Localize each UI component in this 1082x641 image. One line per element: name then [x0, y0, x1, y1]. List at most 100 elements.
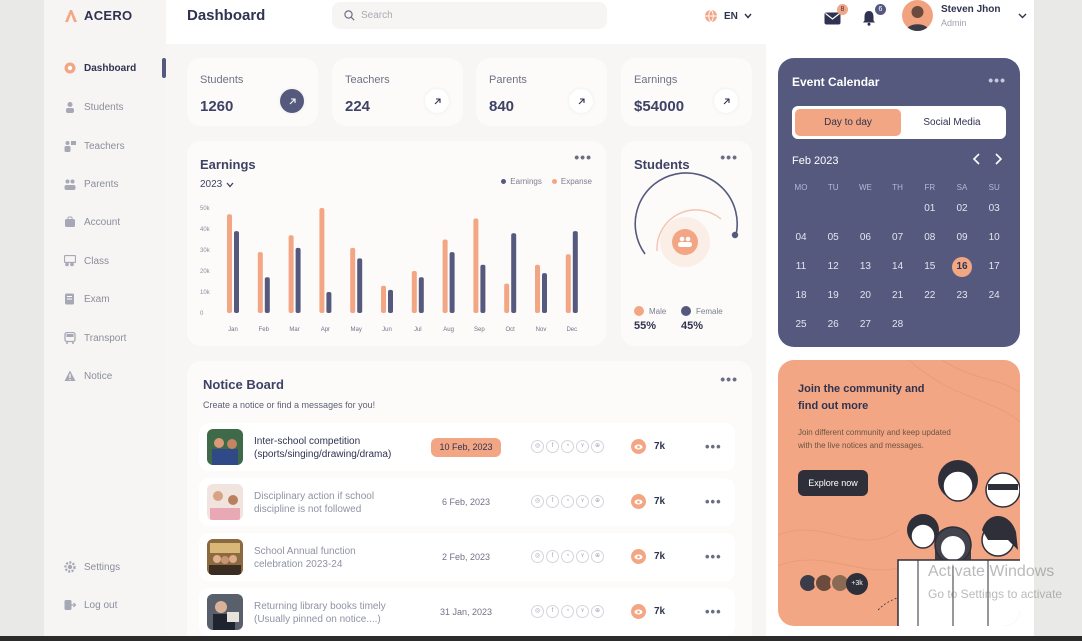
notifications-button[interactable]: 6: [862, 4, 886, 26]
whatsapp-icon[interactable]: ◔: [561, 495, 574, 508]
notice-row[interactable]: Returning library books timely (Usually p…: [199, 588, 735, 636]
search-input[interactable]: [361, 10, 581, 21]
calendar-day[interactable]: 06: [855, 228, 875, 248]
calendar-day[interactable]: 14: [888, 257, 908, 277]
instagram-icon[interactable]: ◎: [531, 605, 544, 618]
bar-expanse-oct[interactable]: [504, 283, 510, 313]
instagram-icon[interactable]: ◎: [531, 495, 544, 508]
user-menu[interactable]: Steven Jhon Admin: [902, 0, 1027, 31]
stat-open-button[interactable]: [280, 89, 304, 113]
sidebar-settings[interactable]: Settings: [64, 561, 120, 573]
stat-open-button[interactable]: [714, 89, 738, 113]
bar-expanse-dec[interactable]: [565, 254, 571, 313]
chevron-right-icon[interactable]: [991, 152, 1005, 166]
calendar-day[interactable]: 27: [855, 315, 875, 335]
calendar-day[interactable]: 01: [920, 199, 940, 219]
calendar-day[interactable]: 11: [791, 257, 811, 277]
whatsapp-icon[interactable]: ◔: [561, 440, 574, 453]
sidebar-item-notice[interactable]: Notice: [64, 370, 112, 382]
whatsapp-icon[interactable]: ◔: [561, 550, 574, 563]
calendar-day[interactable]: 10: [984, 228, 1004, 248]
twitter-icon[interactable]: ʏ: [576, 605, 589, 618]
bar-earnings-mar[interactable]: [295, 247, 301, 313]
messages-button[interactable]: 8: [824, 4, 848, 26]
calendar-day[interactable]: 20: [855, 286, 875, 306]
calendar-day[interactable]: 17: [984, 257, 1004, 277]
web-icon[interactable]: ⊕: [591, 495, 604, 508]
row-options-button[interactable]: •••: [705, 440, 722, 453]
sidebar-item-teachers[interactable]: Teachers: [64, 140, 125, 152]
bar-earnings-jan[interactable]: [234, 231, 239, 313]
twitter-icon[interactable]: ʏ: [576, 495, 589, 508]
notice-row[interactable]: Inter-school competition (sports/singing/…: [199, 423, 735, 471]
bar-earnings-apr[interactable]: [326, 292, 332, 313]
calendar-day[interactable]: 18: [791, 286, 811, 306]
twitter-icon[interactable]: ʏ: [576, 550, 589, 563]
sidebar-item-exam[interactable]: Exam: [64, 293, 110, 305]
calendar-day[interactable]: 07: [888, 228, 908, 248]
bar-expanse-nov[interactable]: [535, 264, 540, 313]
explore-now-button[interactable]: Explore now: [798, 470, 868, 496]
search-bar[interactable]: [332, 2, 607, 29]
row-options-button[interactable]: •••: [705, 495, 722, 508]
calendar-day[interactable]: 22: [920, 286, 940, 306]
calendar-day[interactable]: 16: [952, 257, 972, 277]
calendar-day[interactable]: 02: [952, 199, 972, 219]
more-options-button[interactable]: •••: [720, 372, 738, 386]
more-options-button[interactable]: •••: [988, 73, 1006, 87]
sidebar-item-class[interactable]: Class: [64, 255, 109, 267]
calendar-day[interactable]: 23: [952, 286, 972, 306]
brand-logo[interactable]: ACERO: [64, 8, 132, 23]
calendar-day[interactable]: 05: [823, 228, 843, 248]
bar-expanse-sep[interactable]: [473, 218, 479, 314]
calendar-day[interactable]: 25: [791, 315, 811, 335]
notice-row[interactable]: School Annual function celebration 2023-2…: [199, 533, 735, 581]
web-icon[interactable]: ⊕: [591, 550, 604, 563]
bar-earnings-sep[interactable]: [480, 264, 486, 313]
calendar-day[interactable]: 12: [823, 257, 843, 277]
language-selector[interactable]: EN: [704, 9, 752, 23]
bar-expanse-aug[interactable]: [442, 239, 448, 314]
bar-expanse-jun[interactable]: [381, 285, 386, 313]
calendar-day[interactable]: 04: [791, 228, 811, 248]
bar-earnings-feb[interactable]: [264, 277, 270, 313]
sidebar-item-account[interactable]: Account: [64, 216, 120, 228]
twitter-icon[interactable]: ʏ: [576, 440, 589, 453]
chevron-left-icon[interactable]: [970, 152, 984, 166]
bar-expanse-apr[interactable]: [319, 208, 325, 313]
whatsapp-icon[interactable]: ◔: [561, 605, 574, 618]
sidebar-logout[interactable]: Log out: [64, 599, 117, 611]
bar-earnings-dec[interactable]: [572, 231, 578, 313]
bar-earnings-oct[interactable]: [511, 233, 517, 313]
stat-open-button[interactable]: [425, 89, 449, 113]
bar-earnings-nov[interactable]: [542, 273, 547, 313]
bar-earnings-aug[interactable]: [449, 252, 455, 313]
calendar-day[interactable]: 24: [984, 286, 1004, 306]
instagram-icon[interactable]: ◎: [531, 550, 544, 563]
tab-day-to-day[interactable]: Day to day: [795, 109, 901, 136]
facebook-icon[interactable]: f: [546, 550, 559, 563]
notice-row[interactable]: Disciplinary action if school discipline …: [199, 478, 735, 526]
facebook-icon[interactable]: f: [546, 495, 559, 508]
bar-expanse-mar[interactable]: [288, 235, 294, 313]
bar-expanse-may[interactable]: [350, 247, 356, 313]
bar-earnings-may[interactable]: [357, 258, 363, 313]
stat-open-button[interactable]: [569, 89, 593, 113]
bar-earnings-jul[interactable]: [418, 277, 424, 313]
row-options-button[interactable]: •••: [705, 605, 722, 618]
tab-social-media[interactable]: Social Media: [901, 109, 1003, 136]
row-options-button[interactable]: •••: [705, 550, 722, 563]
calendar-day[interactable]: 21: [888, 286, 908, 306]
sidebar-item-dashboard[interactable]: Dashboard: [64, 62, 136, 74]
calendar-day[interactable]: 26: [823, 315, 843, 335]
calendar-day[interactable]: 28: [888, 315, 908, 335]
instagram-icon[interactable]: ◎: [531, 440, 544, 453]
sidebar-item-parents[interactable]: Parents: [64, 178, 118, 190]
web-icon[interactable]: ⊕: [591, 605, 604, 618]
calendar-day[interactable]: 09: [952, 228, 972, 248]
calendar-day[interactable]: 08: [920, 228, 940, 248]
bar-expanse-jul[interactable]: [411, 271, 417, 313]
bar-expanse-jan[interactable]: [227, 214, 232, 313]
bar-expanse-feb[interactable]: [257, 252, 263, 313]
bar-earnings-jun[interactable]: [388, 289, 393, 313]
